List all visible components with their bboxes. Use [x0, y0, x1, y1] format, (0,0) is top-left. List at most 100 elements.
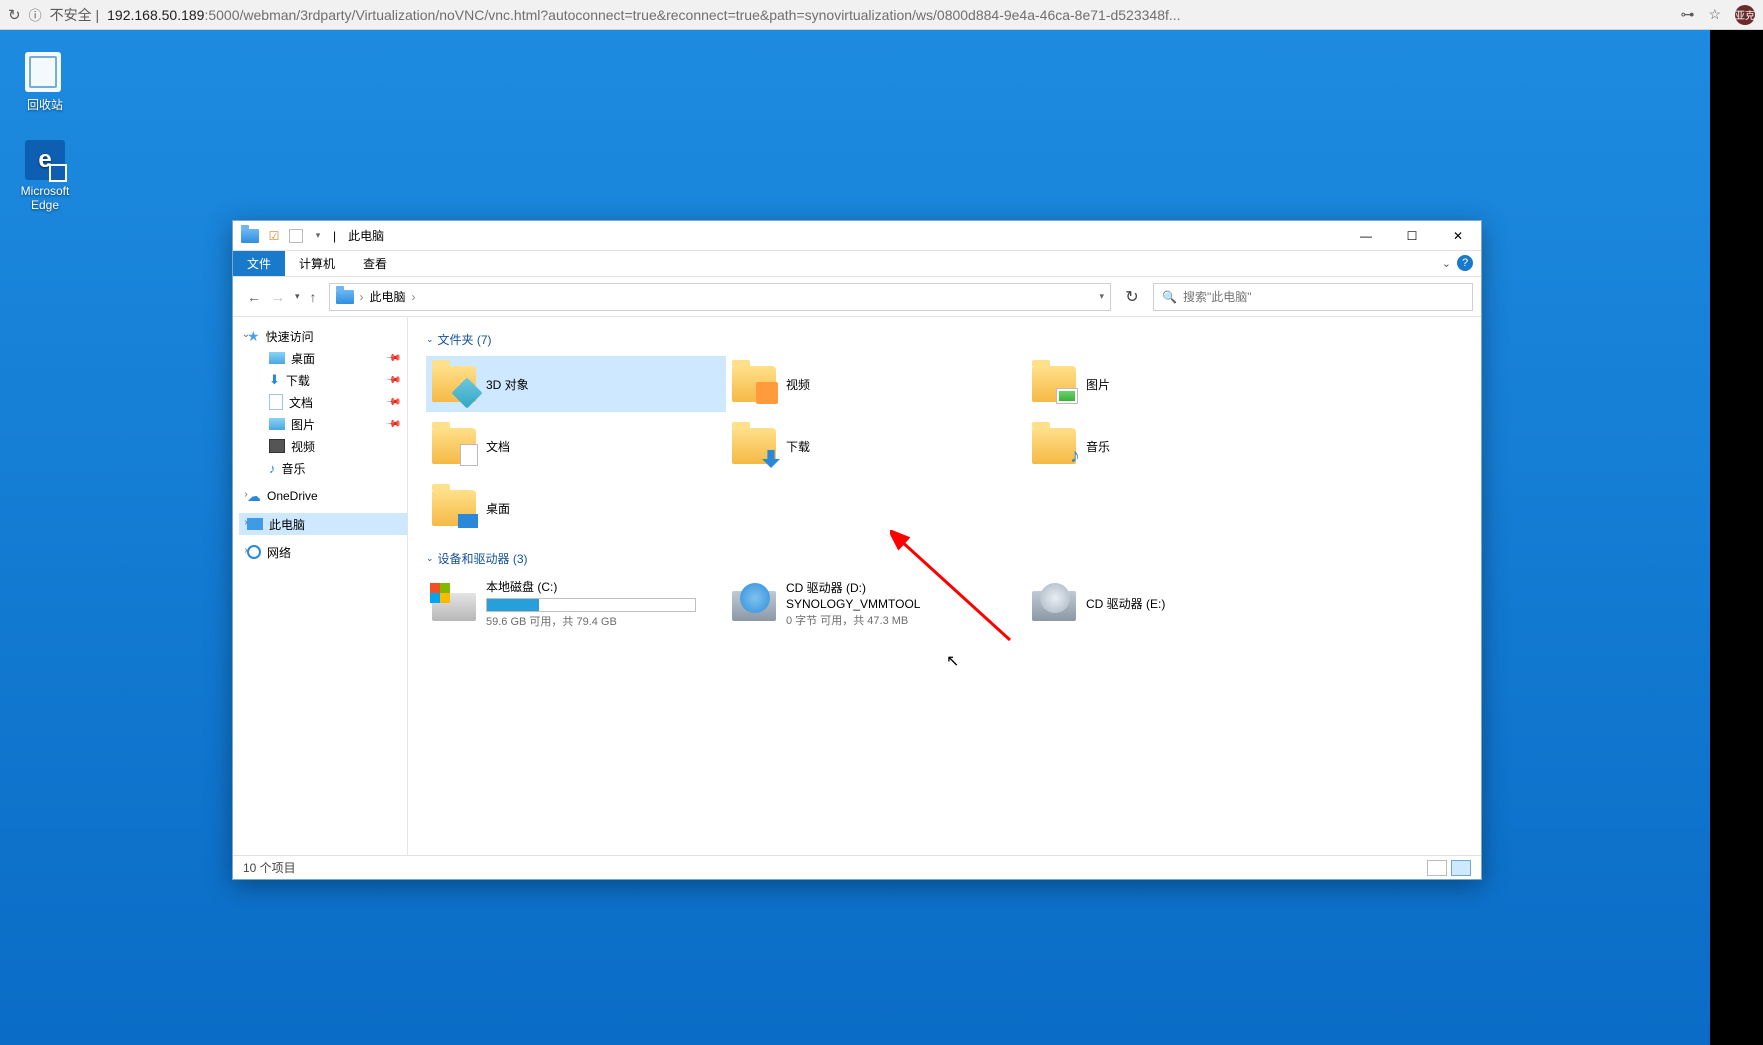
vnc-letterbox [1710, 30, 1763, 1045]
address-pc-icon [336, 288, 354, 306]
folder-icon [732, 366, 776, 402]
breadcrumb-sep-icon[interactable]: › [412, 290, 416, 304]
nav-pictures[interactable]: 图片📌 [239, 413, 407, 435]
tile-label: 音乐 [1086, 438, 1110, 455]
pin-icon: 📌 [384, 350, 401, 367]
nav-downloads[interactable]: ⬇下载📌 [239, 369, 407, 391]
recycle-bin-icon [25, 52, 61, 92]
window-title: 此电脑 [348, 227, 384, 244]
content-pane[interactable]: ⌄文件夹 (7) 3D 对象 视频 图片 文档 下载 ♪音乐 桌面 ⌄设备和驱动… [408, 317, 1481, 855]
group-devices-header[interactable]: ⌄设备和驱动器 (3) [426, 550, 1463, 567]
tile-label: 文档 [486, 438, 510, 455]
address-bar[interactable]: › 此电脑 › ▾ [329, 283, 1111, 311]
qat-checkbox-icon[interactable]: ☑ [265, 227, 283, 245]
search-box[interactable]: 🔍 [1153, 283, 1473, 311]
maximize-button[interactable]: ☐ [1389, 221, 1435, 250]
drive-cd-d[interactable]: CD 驱动器 (D:) SYNOLOGY_VMMTOOL 0 字节 可用，共 4… [726, 575, 1026, 631]
qat-dropdown-icon[interactable]: ▾ [309, 227, 327, 245]
nav-label: 音乐 [282, 460, 306, 477]
nav-videos[interactable]: 视频 [239, 435, 407, 457]
folder-icon [432, 428, 476, 464]
drive-usage-text: 59.6 GB 可用，共 79.4 GB [486, 613, 696, 629]
edge-icon: e [25, 140, 65, 180]
tile-label: 图片 [1086, 376, 1110, 393]
folder-music[interactable]: ♪音乐 [1026, 418, 1326, 474]
nav-label: 下载 [286, 372, 310, 389]
folder-3d-objects[interactable]: 3D 对象 [426, 356, 726, 412]
folder-videos[interactable]: 视频 [726, 356, 1026, 412]
recycle-bin-label: 回收站 [6, 96, 84, 113]
reload-icon[interactable]: ↻ [8, 6, 21, 24]
folder-downloads[interactable]: 下载 [726, 418, 1026, 474]
drive-cd-e[interactable]: CD 驱动器 (E:) [1026, 575, 1326, 631]
nav-music[interactable]: ♪音乐 [239, 457, 407, 479]
drive-local-c[interactable]: 本地磁盘 (C:) 59.6 GB 可用，共 79.4 GB [426, 575, 726, 631]
chevron-right-icon[interactable]: › [239, 545, 253, 556]
back-button[interactable]: ← [247, 289, 261, 305]
nav-network[interactable]: ›网络 [239, 541, 407, 563]
folder-pictures[interactable]: 图片 [1026, 356, 1326, 412]
document-icon [269, 394, 283, 410]
tab-file[interactable]: 文件 [233, 251, 285, 276]
nav-label: 桌面 [291, 350, 315, 367]
desktop-icon [269, 352, 285, 364]
drive-label: CD 驱动器 (D:) [786, 579, 920, 596]
history-dropdown-icon[interactable]: ▾ [295, 291, 300, 302]
group-folders-label: 文件夹 (7) [438, 331, 492, 348]
tile-label: 下载 [786, 438, 810, 455]
vnc-viewport: 回收站 e Microsoft Edge ☑ ▾ | 此电脑 — ☐ ✕ [0, 30, 1763, 1045]
pin-icon: 📌 [384, 416, 401, 433]
view-details-button[interactable] [1427, 860, 1447, 876]
microsoft-edge[interactable]: e Microsoft Edge [6, 140, 84, 212]
close-button[interactable]: ✕ [1435, 221, 1481, 250]
nav-quick-access[interactable]: ⌄ ★ 快速访问 [239, 325, 407, 347]
mouse-cursor-icon: ↖ [946, 651, 959, 671]
ribbon-collapse-icon[interactable]: ⌄ [1442, 257, 1451, 270]
group-devices-label: 设备和驱动器 (3) [438, 550, 528, 567]
navigation-pane[interactable]: ⌄ ★ 快速访问 桌面 📌 ⬇下载📌 文档📌 图片📌 视频 ♪音乐 ›☁OneDr… [233, 317, 408, 855]
security-icon[interactable]: ⓘ [29, 5, 42, 24]
nav-desktop[interactable]: 桌面 📌 [239, 347, 407, 369]
view-tiles-button[interactable] [1451, 860, 1471, 876]
tab-computer[interactable]: 计算机 [285, 251, 349, 276]
minimize-button[interactable]: — [1343, 221, 1389, 250]
video-icon [269, 439, 285, 453]
url-display[interactable]: 192.168.50.189:5000/webman/3rdparty/Virt… [107, 7, 1672, 23]
folder-desktop[interactable]: 桌面 [426, 480, 726, 536]
address-row: ← → ▾ ↑ › 此电脑 › ▾ ↻ 🔍 [233, 277, 1481, 317]
edge-label-1: Microsoft [6, 184, 84, 198]
folder-documents[interactable]: 文档 [426, 418, 726, 474]
chevron-down-icon[interactable]: ⌄ [239, 329, 253, 340]
nav-onedrive[interactable]: ›☁OneDrive [239, 485, 407, 507]
nav-documents[interactable]: 文档📌 [239, 391, 407, 413]
explorer-pc-icon [241, 227, 259, 245]
search-input[interactable] [1183, 290, 1464, 304]
help-icon[interactable]: ? [1457, 255, 1473, 271]
titlebar[interactable]: ☑ ▾ | 此电脑 — ☐ ✕ [233, 221, 1481, 251]
security-status: 不安全 [50, 7, 92, 23]
usage-bar [486, 598, 696, 612]
chevron-right-icon[interactable]: › [239, 489, 253, 500]
tile-label: 3D 对象 [486, 376, 529, 393]
nav-this-pc[interactable]: › 此电脑 [239, 513, 407, 535]
recycle-bin[interactable]: 回收站 [6, 52, 84, 113]
tab-view[interactable]: 查看 [349, 251, 401, 276]
nav-label: 此电脑 [269, 516, 305, 533]
tile-label: 视频 [786, 376, 810, 393]
search-icon: 🔍 [1162, 290, 1177, 304]
breadcrumb-sep-icon[interactable]: › [360, 290, 364, 304]
breadcrumb-root[interactable]: 此电脑 [370, 288, 406, 305]
key-icon[interactable]: ⊶ [1680, 6, 1694, 23]
group-folders-header[interactable]: ⌄文件夹 (7) [426, 331, 1463, 348]
star-icon[interactable]: ☆ [1708, 6, 1721, 23]
up-button[interactable]: ↑ [310, 289, 317, 305]
remote-desktop[interactable]: 回收站 e Microsoft Edge ☑ ▾ | 此电脑 — ☐ ✕ [0, 30, 1710, 1045]
qat-properties-icon[interactable] [289, 229, 303, 243]
drive-usage-text: 0 字节 可用，共 47.3 MB [786, 612, 920, 628]
forward-button[interactable]: → [271, 289, 285, 305]
chevron-right-icon[interactable]: › [239, 517, 253, 528]
address-dropdown-icon[interactable]: ▾ [1099, 291, 1104, 302]
refresh-button[interactable]: ↻ [1117, 283, 1147, 311]
cd-drive-icon [732, 585, 776, 621]
profile-avatar[interactable]: 亚克 [1735, 5, 1755, 25]
